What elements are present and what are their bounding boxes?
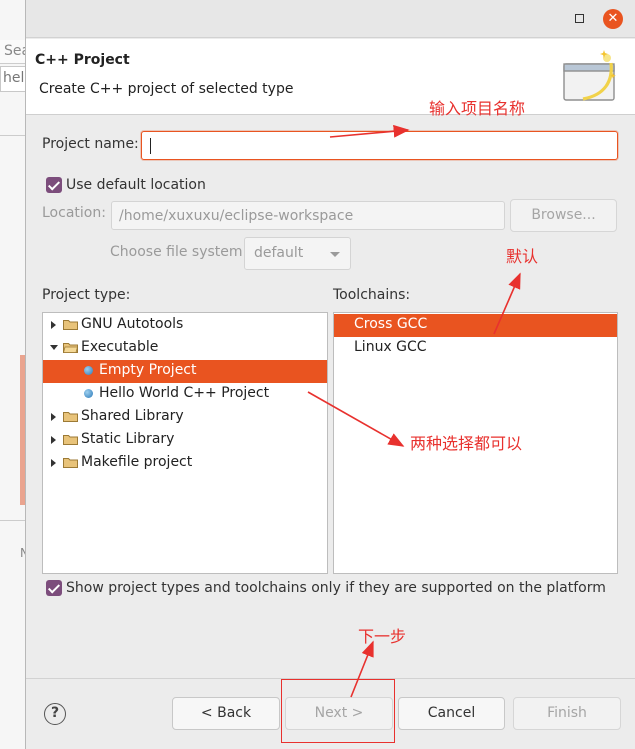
wizard-banner-icon	[563, 50, 616, 101]
tree-item-shared-library[interactable]: Shared Library	[43, 406, 327, 429]
browse-button[interactable]: Browse...	[510, 199, 617, 232]
project-template-icon	[84, 366, 93, 375]
supported-only-label: Show project types and toolchains only i…	[66, 580, 606, 596]
toolchain-item-cross-gcc[interactable]: Cross GCC	[334, 314, 617, 337]
file-system-select[interactable]: default	[244, 237, 351, 270]
back-button[interactable]: < Back	[172, 697, 280, 730]
location-label: Location:	[42, 205, 106, 221]
toolchain-item-label: Linux GCC	[354, 339, 427, 355]
tree-item-hello-world-cpp-project[interactable]: Hello World C++ Project	[43, 383, 327, 406]
project-type-label: Project type:	[42, 287, 131, 303]
wizard-header: C++ Project Create C++ project of select…	[26, 39, 635, 115]
toolchain-item-linux-gcc[interactable]: Linux GCC	[334, 337, 617, 360]
chevron-down-icon	[330, 252, 340, 257]
file-system-label: Choose file system:	[110, 244, 248, 260]
project-type-tree: GNU Autotools Executable Empty Project H…	[42, 312, 328, 574]
finish-button[interactable]: Finish	[513, 697, 621, 730]
project-name-input[interactable]	[141, 131, 618, 160]
file-system-value: default	[254, 245, 304, 261]
minimize-icon[interactable]	[575, 14, 584, 23]
tree-item-makefile-project[interactable]: Makefile project	[43, 452, 327, 475]
annotation-default: 默认	[506, 247, 539, 266]
tree-item-label: Makefile project	[81, 454, 193, 470]
tree-item-label: Static Library	[81, 431, 175, 447]
close-icon[interactable]: ✕	[603, 9, 623, 29]
folder-icon	[63, 458, 78, 468]
tree-item-label: Hello World C++ Project	[99, 385, 270, 401]
tree-item-static-library[interactable]: Static Library	[43, 429, 327, 452]
annotation-next-step: 下一步	[358, 627, 407, 646]
wizard-subtitle: Create C++ project of selected type	[39, 81, 294, 97]
toolchain-item-label: Cross GCC	[354, 316, 428, 332]
folder-icon	[63, 435, 78, 445]
toolchains-label: Toolchains:	[333, 287, 411, 303]
expand-arrow-icon[interactable]	[51, 321, 56, 329]
supported-only-checkbox[interactable]	[46, 580, 62, 596]
folder-icon	[63, 320, 78, 330]
use-default-location-label: Use default location	[66, 177, 206, 193]
background-panel-fragment: N	[0, 520, 29, 560]
tree-item-empty-project[interactable]: Empty Project	[43, 360, 327, 383]
cpp-project-dialog: ✕ C++ Project Create C++ project of sele…	[25, 0, 635, 749]
annotation-next-highlight-box	[281, 679, 395, 743]
text-caret	[150, 138, 151, 154]
annotation-either-choice: 两种选择都可以	[410, 434, 523, 453]
tree-item-label: Executable	[81, 339, 159, 355]
wizard-title: C++ Project	[35, 52, 130, 68]
background-search-fragment: Sea	[0, 40, 28, 64]
annotation-enter-name: 输入项目名称	[429, 99, 526, 118]
folder-icon	[63, 412, 78, 422]
help-icon[interactable]: ?	[44, 703, 66, 725]
expand-arrow-icon[interactable]	[51, 413, 56, 421]
expand-arrow-icon[interactable]	[51, 436, 56, 444]
background-editor-fragment: hell	[0, 66, 28, 92]
project-template-icon	[84, 389, 93, 398]
folder-open-icon	[63, 343, 78, 353]
cancel-button[interactable]: Cancel	[398, 697, 505, 730]
background-toolbar	[0, 100, 28, 136]
tree-item-gnu-autotools[interactable]: GNU Autotools	[43, 314, 327, 337]
background-ide: Sea hell N	[0, 0, 29, 749]
tree-item-label: GNU Autotools	[81, 316, 184, 332]
tree-item-label: Shared Library	[81, 408, 184, 424]
tree-item-executable[interactable]: Executable	[43, 337, 327, 360]
project-name-label: Project name:	[42, 136, 139, 152]
tree-item-label: Empty Project	[99, 362, 197, 378]
use-default-location-checkbox[interactable]	[46, 177, 62, 193]
dialog-titlebar: ✕	[26, 0, 635, 38]
collapse-arrow-icon[interactable]	[50, 345, 58, 350]
expand-arrow-icon[interactable]	[51, 459, 56, 467]
location-input[interactable]: /home/xuxuxu/eclipse-workspace	[111, 201, 505, 230]
